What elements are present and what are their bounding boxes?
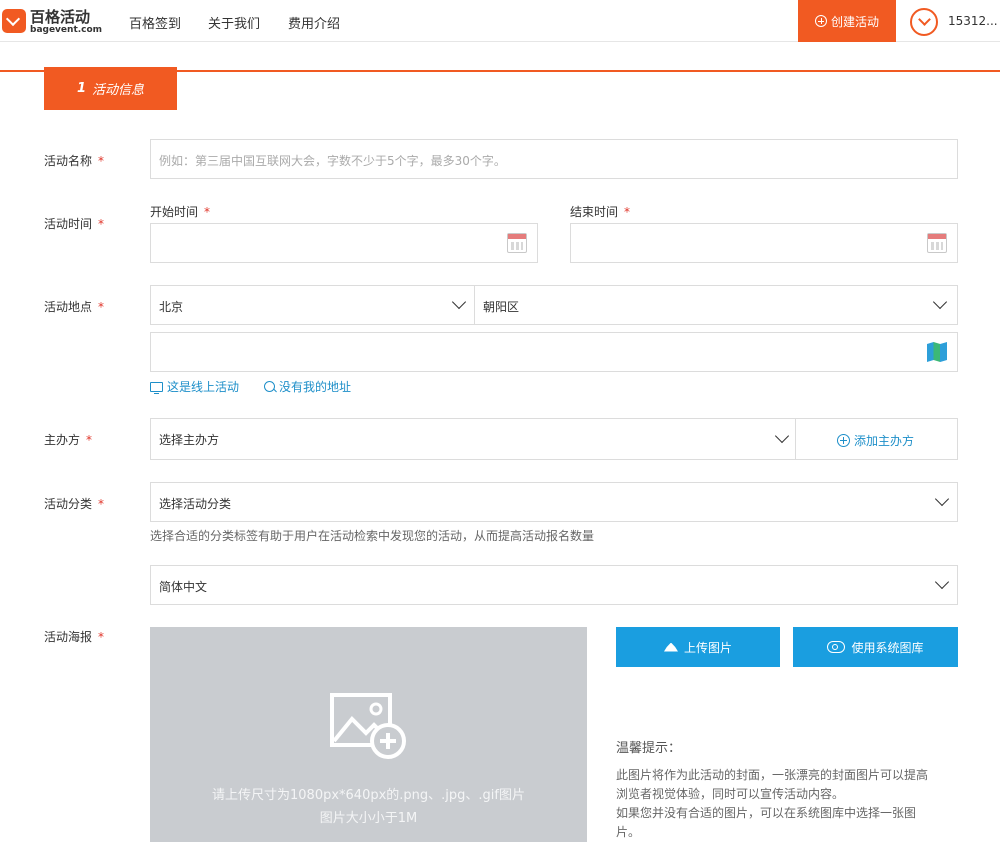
- image-add-icon: [330, 693, 406, 759]
- required-mark: *: [98, 300, 105, 314]
- required-mark: *: [98, 217, 105, 231]
- end-time-input[interactable]: [570, 223, 958, 263]
- language-select[interactable]: 简体中文: [150, 565, 958, 605]
- add-organizer-label: 添加主办方: [854, 434, 915, 448]
- chevron-down-icon: [934, 574, 950, 590]
- system-gallery-button[interactable]: 使用系统图库: [793, 627, 958, 667]
- category-label: 活动分类 *: [44, 497, 105, 511]
- city-value: 北京: [159, 300, 184, 314]
- logo-subtitle: bagevent.com: [30, 25, 103, 35]
- avatar[interactable]: [910, 8, 938, 36]
- create-event-label: 创建活动: [830, 14, 879, 29]
- language-value: 简体中文: [159, 580, 208, 594]
- divider: [795, 419, 796, 459]
- tip-line: 此图片将作为此活动的封面，一张漂亮的封面图片可以提高: [616, 768, 929, 782]
- event-name-input[interactable]: 例如：第三届中国互联网大会，字数不少于5个字，最多30个字。: [150, 139, 958, 179]
- user-name[interactable]: 15312...: [948, 14, 998, 28]
- organizer-value: 选择主办方: [159, 433, 220, 447]
- create-event-button[interactable]: 创建活动: [798, 0, 896, 42]
- district-value: 朝阳区: [483, 300, 520, 314]
- map-icon[interactable]: [927, 342, 947, 362]
- tip-line: 片。: [616, 825, 641, 839]
- required-mark: *: [98, 154, 105, 168]
- chevron-down-icon: [932, 294, 948, 310]
- category-value: 选择活动分类: [159, 497, 232, 511]
- monitor-icon: [150, 381, 163, 394]
- nav-pricing[interactable]: 费用介绍: [288, 13, 340, 32]
- event-name-label: 活动名称 *: [44, 154, 105, 168]
- upload-image-button[interactable]: 上传图片: [616, 627, 780, 667]
- upload-image-label: 上传图片: [683, 640, 732, 655]
- poster-label: 活动海报 *: [44, 630, 105, 644]
- chevron-down-icon: [774, 428, 790, 444]
- add-organizer-button[interactable]: 添加主办方: [837, 432, 914, 449]
- step-tab-event-info[interactable]: 1 活动信息: [44, 67, 177, 110]
- organizer-row: 选择主办方 添加主办方: [150, 418, 958, 460]
- calendar-icon[interactable]: [927, 233, 947, 253]
- event-location-label: 活动地点 *: [44, 300, 105, 314]
- city-select[interactable]: 北京: [151, 286, 474, 324]
- online-event-label: 这是线上活动: [167, 380, 240, 394]
- poster-upload-area[interactable]: 请上传尺寸为1080px*640px的.png、.jpg、.gif图片 图片大小…: [150, 627, 587, 842]
- no-address-link[interactable]: 没有我的地址: [264, 378, 351, 395]
- no-address-label: 没有我的地址: [279, 380, 352, 394]
- chevron-down-icon: [451, 294, 467, 310]
- location-selects: 北京 朝阳区: [150, 285, 958, 325]
- poster-size-hint: 请上传尺寸为1080px*640px的.png、.jpg、.gif图片: [212, 788, 525, 803]
- start-time-input[interactable]: [150, 223, 538, 263]
- event-name-placeholder: 例如：第三届中国互联网大会，字数不少于5个字，最多30个字。: [159, 154, 506, 168]
- organizer-select[interactable]: 选择主办方: [151, 419, 795, 459]
- chevron-down-icon: [934, 491, 950, 507]
- required-mark: *: [86, 433, 93, 447]
- plus-circle-icon: [814, 15, 827, 27]
- system-gallery-label: 使用系统图库: [851, 640, 924, 655]
- logo-title: 百格活动: [30, 8, 91, 26]
- step-number: 1: [76, 81, 87, 96]
- tip-line: 浏览者视觉体验，同时可以宣传活动内容。: [616, 787, 845, 801]
- online-event-link[interactable]: 这是线上活动: [150, 378, 239, 395]
- organizer-label: 主办方 *: [44, 433, 93, 447]
- gallery-icon: [827, 641, 846, 653]
- nav-about[interactable]: 关于我们: [208, 13, 260, 32]
- event-time-label: 活动时间 *: [44, 217, 105, 231]
- required-mark: *: [98, 497, 105, 511]
- start-time-label: 开始时间 *: [150, 205, 211, 219]
- category-select[interactable]: 选择活动分类: [150, 482, 958, 522]
- location-search-icon: [264, 381, 275, 392]
- poster-filesize-hint: 图片大小小于1M: [319, 811, 418, 826]
- logo[interactable]: 百格活动 bagevent.com: [2, 6, 102, 36]
- top-navbar: 百格活动 bagevent.com 百格签到 关于我们 费用介绍 创建活动 15…: [0, 0, 1000, 42]
- tip-line: 如果您并没有合适的图片，可以在系统图库中选择一张图: [616, 806, 917, 820]
- step-label: 活动信息: [92, 83, 145, 98]
- address-input[interactable]: [150, 332, 958, 372]
- required-mark: *: [98, 630, 105, 644]
- tip-title: 温馨提示：: [616, 741, 682, 756]
- end-time-label: 结束时间 *: [570, 205, 631, 219]
- category-hint: 选择合适的分类标签有助于用户在活动检索中发现您的活动，从而提高活动报名数量: [150, 529, 595, 543]
- district-select[interactable]: 朝阳区: [475, 286, 957, 324]
- plus-circle-icon: [837, 434, 850, 447]
- logo-icon: [2, 9, 26, 33]
- upload-icon: [663, 642, 678, 652]
- nav-checkin[interactable]: 百格签到: [129, 13, 181, 32]
- calendar-icon[interactable]: [507, 233, 527, 253]
